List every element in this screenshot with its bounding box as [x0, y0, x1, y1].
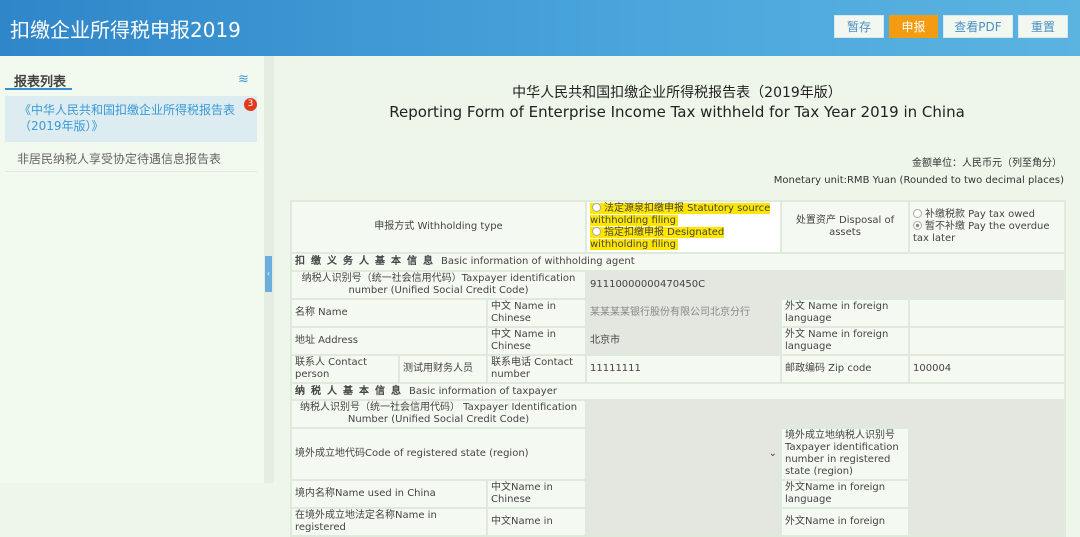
reg-foreign-name-label: 外文Name in foreign	[780, 507, 910, 537]
app-title: 扣缴企业所得税申报2019	[10, 18, 241, 42]
agent-tin-label: 纳税人识别号（统一社会信用代码）Taxpayer identification …	[290, 270, 587, 300]
layers-icon[interactable]: ≋	[238, 72, 249, 87]
reg-name-label: 在境外成立地法定名称Name in registered	[290, 507, 488, 537]
statutory-option[interactable]: 法定源泉扣缴申报 Statutory source withholding fi…	[590, 203, 777, 227]
count-badge: 3	[244, 98, 257, 111]
zip-label: 邮政编码 Zip code	[780, 354, 910, 384]
address-cn-label: 中文 Name in Chinese	[486, 326, 587, 356]
agent-section-heading: 扣缴义务人基本信息 Basic information of withholdin…	[290, 252, 1066, 272]
taxpayer-tin-field[interactable]	[585, 399, 1066, 429]
contact-field[interactable]: 测试用财务人员	[398, 354, 488, 384]
withholding-type-options: 法定源泉扣缴申报 Statutory source withholding fi…	[585, 200, 782, 254]
foreign-name-label: 外文 Name in foreign language	[780, 298, 910, 328]
radio-statutory[interactable]	[592, 203, 601, 212]
phone-label: 联系电话 Contact number	[486, 354, 587, 384]
unit-en: Monetary unit:RMB Yuan (Rounded to two d…	[773, 175, 1064, 186]
form-area: 中华人民共和国扣缴企业所得税报告表（2019年版） Reporting Form…	[274, 56, 1080, 537]
address-foreign-field[interactable]	[908, 326, 1066, 356]
taxpayer-tin-label: 纳税人识别号（统一社会信用代码） Taxpayer Identification…	[290, 399, 587, 429]
chevron-down-icon: ⌄	[768, 448, 777, 459]
form-title-en: Reporting Form of Enterprise Income Tax …	[389, 103, 965, 121]
china-name-label: 境内名称Name used in China	[290, 479, 488, 509]
save-draft-button[interactable]: 暂存	[834, 15, 884, 38]
disposal-label: 处置资产 Disposal of assets	[780, 200, 910, 254]
contact-label: 联系人 Contact person	[290, 354, 400, 384]
taxpayer-section-cn: 纳税人基本信息	[295, 385, 407, 397]
pay-owed-label: 补缴税款 Pay tax owed	[925, 209, 1035, 220]
designated-option[interactable]: 指定扣缴申报 Designated withholding filing	[590, 227, 777, 251]
view-pdf-button[interactable]: 查看PDF	[943, 15, 1013, 38]
statutory-label: 法定源泉扣缴申报 Statutory source withholding fi…	[590, 203, 771, 226]
agent-tin-field[interactable]: 91110000000470450C	[585, 270, 1066, 300]
phone-field[interactable]: 11111111	[585, 354, 782, 384]
china-cn-name-label: 中文Name in Chinese	[486, 479, 587, 509]
submit-button[interactable]: 申报	[889, 15, 938, 38]
sidebar-item-withholding-form[interactable]: 《中华人民共和国扣缴企业所得税报告表（2019年版）》	[5, 96, 257, 142]
taxpayer-section-en: Basic information of taxpayer	[409, 385, 557, 397]
unit-cn: 金额单位：人民币元（列至角分）	[912, 158, 1062, 169]
agent-name-field[interactable]: 某某某某银行股份有限公司北京分行	[585, 298, 782, 328]
sidebar: 报表列表 ≋ 《中华人民共和国扣缴企业所得税报告表（2019年版）》 3 非居民…	[0, 56, 264, 483]
pay-owed-option[interactable]: 补缴税款 Pay tax owed	[913, 209, 1061, 221]
pay-later-option[interactable]: 暂不补缴 Pay the overdue tax later	[913, 221, 1061, 245]
agent-section-cn: 扣缴义务人基本信息	[295, 256, 439, 267]
name-label: 名称 Name	[290, 298, 488, 328]
splitter[interactable]: ‹	[264, 56, 274, 483]
reg-tin-field[interactable]	[908, 427, 1066, 481]
reg-code-label: 境外成立地代码Code of registered state (region)	[290, 427, 587, 481]
collapse-handle[interactable]: ‹	[265, 256, 272, 292]
reset-button[interactable]: 重置	[1018, 15, 1068, 38]
sidebar-item-treaty-form[interactable]: 非居民纳税人享受协定待遇信息报告表	[5, 142, 257, 172]
designated-label: 指定扣缴申报 Designated withholding filing	[590, 227, 725, 250]
address-field[interactable]: 北京市	[585, 326, 782, 356]
form-title-cn: 中华人民共和国扣缴企业所得税报告表（2019年版）	[512, 85, 842, 101]
address-label: 地址 Address	[290, 326, 488, 356]
reg-cn-name-field[interactable]	[585, 507, 782, 537]
cn-name-label: 中文 Name in Chinese	[486, 298, 587, 328]
sidebar-title-underline	[5, 88, 72, 90]
agent-section-en: Basic information of withholding agent	[441, 256, 635, 267]
report-table: 申报方式 Withholding type 法定源泉扣缴申报 Statutory…	[290, 200, 1066, 537]
china-foreign-name-field[interactable]	[908, 479, 1066, 509]
reg-tin-label: 境外成立地纳税人识别号 Taxpayer identification numb…	[780, 427, 910, 481]
reg-cn-name-label: 中文Name in	[486, 507, 587, 537]
radio-designated[interactable]	[592, 227, 601, 236]
china-foreign-name-label: 外文Name in foreign language	[780, 479, 910, 509]
taxpayer-section-heading: 纳税人基本信息 Basic information of taxpayer	[290, 382, 1066, 401]
reg-foreign-name-field[interactable]	[908, 507, 1066, 537]
zip-field[interactable]: 100004	[908, 354, 1066, 384]
pay-later-label: 暂不补缴 Pay the overdue tax later	[913, 221, 1050, 244]
address-foreign-label: 外文 Name in foreign language	[780, 326, 910, 356]
reg-code-select[interactable]: ⌄	[585, 427, 782, 481]
withholding-type-label: 申报方式 Withholding type	[290, 200, 587, 254]
agent-foreign-name-field[interactable]	[908, 298, 1066, 328]
china-cn-name-field[interactable]	[585, 479, 782, 509]
app-header: 扣缴企业所得税申报2019 暂存 申报 查看PDF 重置	[0, 0, 1080, 56]
